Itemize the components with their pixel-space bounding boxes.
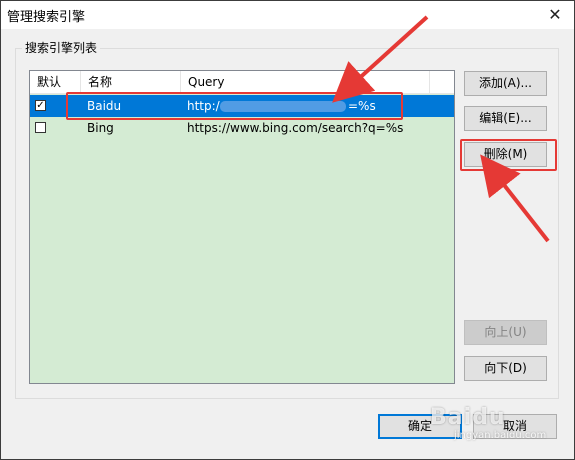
watermark-url: jingyan.baidu.com bbox=[454, 430, 547, 441]
arrow-to-row bbox=[332, 15, 429, 103]
arrow-to-delete bbox=[480, 154, 550, 243]
watermark-logo: Baidu bbox=[430, 405, 506, 430]
annotation-arrows bbox=[332, 15, 550, 243]
